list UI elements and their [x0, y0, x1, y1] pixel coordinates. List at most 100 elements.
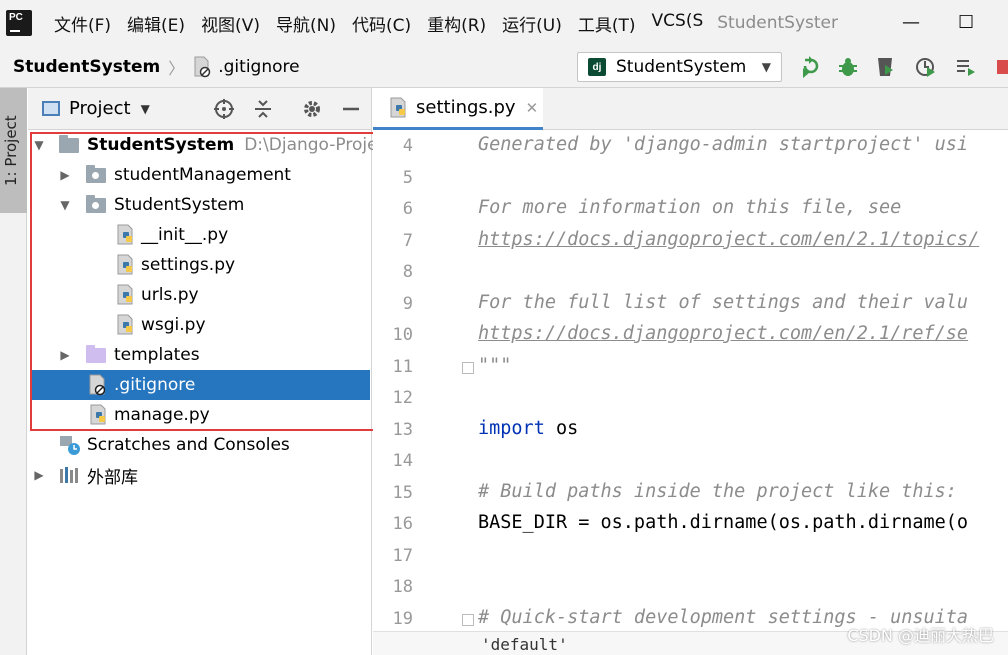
line-number: 14	[392, 451, 413, 471]
tree-item-label: StudentSystem	[114, 195, 245, 215]
menu-navigate[interactable]: 导航(N)	[268, 11, 344, 36]
code-link[interactable]: https://docs.djangoproject.com/en/2.1/re…	[478, 323, 968, 344]
locate-icon[interactable]	[213, 98, 235, 120]
gear-icon[interactable]	[301, 98, 323, 120]
menu-file[interactable]: 文件(F)	[46, 11, 119, 36]
tree-item-settings-py[interactable]: settings.py	[28, 250, 372, 280]
folder-icon	[59, 135, 79, 158]
code-line: BASE_DIR = os.path.dirname(os.path.dirna…	[478, 512, 969, 533]
tree-item-gitignore[interactable]: .gitignore	[30, 370, 370, 400]
menu-items: 文件(F) 编辑(E) 视图(V) 导航(N) 代码(C) 重构(R) 运行(U…	[46, 11, 711, 36]
code-link[interactable]: https://docs.djangoproject.com/en/2.1/to…	[478, 229, 979, 250]
collapse-all-icon[interactable]	[252, 98, 274, 120]
line-number: 11	[392, 357, 413, 377]
run-list-icon[interactable]	[955, 56, 977, 78]
tree-item-label: templates	[114, 345, 200, 365]
menu-tools[interactable]: 工具(T)	[570, 11, 644, 36]
tree-item-init-py[interactable]: __init__.py	[28, 220, 372, 250]
debug-icon[interactable]	[837, 56, 859, 78]
profile-icon[interactable]	[915, 56, 937, 78]
close-icon[interactable]: ✕	[526, 99, 539, 117]
tree-item-label: .gitignore	[114, 375, 196, 395]
code-area[interactable]: Generated by 'django-admin startproject'…	[478, 130, 1008, 655]
run-configuration-select[interactable]: dj StudentSystem ▼	[577, 52, 782, 82]
menu-code[interactable]: 代码(C)	[344, 11, 419, 36]
tree-item-scratches[interactable]: Scratches and Consoles	[28, 430, 372, 460]
menu-run[interactable]: 运行(U)	[494, 11, 570, 36]
tree-item-project-root[interactable]: ▼ StudentSystem D:\Django-Proje	[28, 130, 378, 160]
tree-item-studentmanagement[interactable]: ▶ studentManagement	[28, 160, 372, 190]
python-file-icon	[89, 404, 109, 425]
line-number: 8	[402, 262, 413, 282]
tab-settings-py[interactable]: settings.py ✕	[373, 88, 543, 130]
line-number: 9	[402, 294, 413, 314]
menu-view[interactable]: 视图(V)	[193, 11, 268, 36]
tree-item-templates[interactable]: ▶ templates	[28, 340, 372, 370]
stop-icon[interactable]	[994, 56, 1008, 78]
templates-folder-icon	[86, 345, 106, 368]
python-file-icon	[390, 97, 406, 117]
fold-marker-icon[interactable]	[462, 614, 474, 626]
line-number: 6	[402, 199, 413, 219]
python-file-icon	[116, 314, 136, 335]
code-line: 'default'	[481, 635, 568, 654]
minimize-button[interactable]: —	[902, 12, 920, 33]
breadcrumb-file[interactable]: .gitignore	[192, 56, 300, 78]
expanded-arrow-icon[interactable]: ▼	[32, 138, 46, 152]
tree-item-label: settings.py	[141, 255, 236, 275]
coverage-icon[interactable]	[875, 56, 897, 78]
line-number: 17	[392, 546, 413, 566]
tree-item-label: 外部库	[87, 467, 138, 488]
tree-item-manage-py[interactable]: manage.py	[28, 400, 372, 430]
left-tool-stripe: 1: Project	[0, 88, 27, 655]
expanded-arrow-icon[interactable]: ▼	[58, 198, 72, 212]
tree-item-label: urls.py	[141, 285, 199, 305]
watermark: CSDN @迪丽大热巴	[847, 626, 994, 645]
editor-tab-bar: settings.py ✕	[373, 88, 1008, 130]
python-file-icon	[116, 224, 136, 245]
menu-vcs[interactable]: VCS(S	[644, 11, 712, 36]
line-number: 19	[392, 609, 413, 629]
editor: settings.py ✕ 4 5 6 7 8 9 10 11 12 13 14…	[373, 88, 1008, 655]
line-number: 4	[402, 136, 413, 156]
tree-item-label: __init__.py	[141, 225, 229, 245]
breadcrumb-root[interactable]: StudentSystem	[13, 57, 160, 77]
tree-item-external-libraries[interactable]: ▶ 外部库	[28, 460, 372, 490]
collapsed-arrow-icon[interactable]: ▶	[58, 348, 72, 362]
code-line: For the full list of settings and their …	[478, 292, 969, 313]
package-folder-icon	[86, 195, 106, 218]
python-file-icon	[116, 254, 136, 275]
tree-item-label: manage.py	[114, 405, 210, 425]
tree-item-label: Scratches and Consoles	[87, 435, 290, 455]
library-icon	[59, 466, 79, 486]
tree-item-label: wsgi.py	[141, 315, 206, 335]
line-number: 13	[392, 420, 413, 440]
menu-bar: PC 文件(F) 编辑(E) 视图(V) 导航(N) 代码(C) 重构(R) 运…	[0, 0, 1008, 46]
tree-item-urls-py[interactable]: urls.py	[28, 280, 372, 310]
menu-refactor[interactable]: 重构(R)	[419, 11, 494, 36]
line-number-gutter: 4 5 6 7 8 9 10 11 12 13 14 15 16 17 18 1…	[373, 130, 474, 655]
line-number: 10	[392, 325, 413, 345]
breadcrumb-file-label: .gitignore	[218, 56, 300, 77]
hide-panel-icon[interactable]	[340, 98, 362, 120]
maximize-button[interactable]: ☐	[958, 12, 974, 33]
code-line: For more information on this file, see	[478, 197, 902, 218]
navigation-bar: StudentSystem 〉 .gitignore dj StudentSys…	[0, 46, 1008, 88]
project-tool-tab-label: 1: Project	[2, 115, 20, 186]
package-folder-icon	[86, 165, 106, 188]
project-tool-tab[interactable]: 1: Project	[0, 88, 27, 213]
project-window-icon	[42, 101, 60, 116]
project-view-selector[interactable]: Project ▼	[42, 98, 150, 119]
collapsed-arrow-icon[interactable]: ▶	[58, 168, 72, 182]
collapsed-arrow-icon[interactable]: ▶	[32, 468, 46, 482]
project-panel-title: Project	[69, 98, 131, 119]
chevron-down-icon: ▼	[140, 101, 150, 116]
line-number: 15	[392, 483, 413, 503]
tree-item-label: studentManagement	[114, 165, 291, 185]
tree-item-wsgi-py[interactable]: wsgi.py	[28, 310, 372, 340]
menu-edit[interactable]: 编辑(E)	[119, 11, 193, 36]
fold-marker-icon[interactable]	[462, 362, 474, 374]
line-number: 12	[392, 388, 413, 408]
tree-item-studentsystem-package[interactable]: ▼ StudentSystem	[28, 190, 372, 220]
rerun-icon[interactable]	[799, 56, 821, 78]
